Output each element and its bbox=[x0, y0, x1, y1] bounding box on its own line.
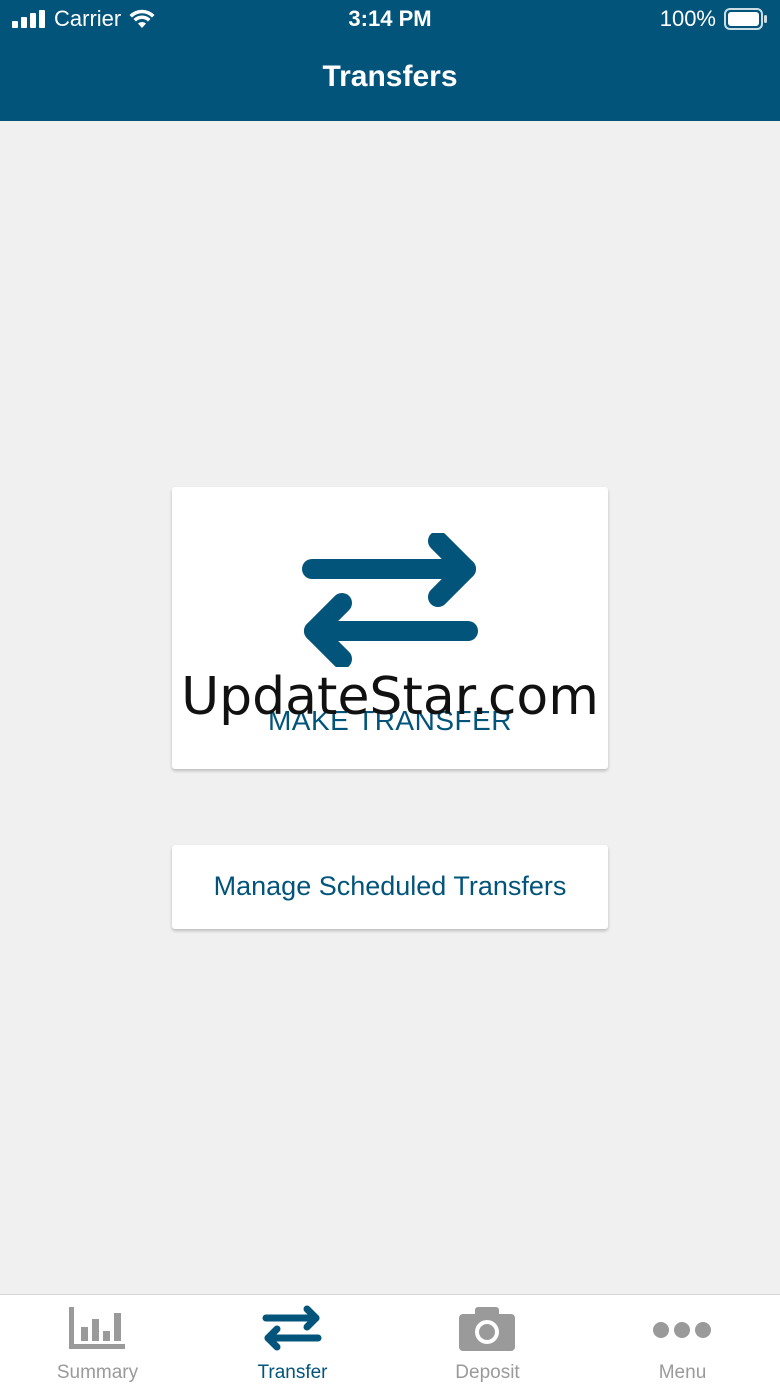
make-transfer-label: MAKE TRANSFER bbox=[267, 705, 513, 736]
more-dots-icon bbox=[653, 1322, 711, 1338]
battery-percent: 100% bbox=[659, 6, 716, 31]
manage-scheduled-transfers-label: Manage Scheduled Transfers bbox=[213, 871, 567, 901]
transfers-screen: Carrier 3:14 PM 100% Transfers MAKE TRAN… bbox=[0, 0, 780, 1387]
tab-deposit-label: Deposit bbox=[455, 1362, 520, 1383]
tab-transfer[interactable]: Transfer bbox=[195, 1295, 390, 1387]
bar-chart-icon bbox=[69, 1307, 125, 1349]
top-bar: Carrier 3:14 PM 100% Transfers bbox=[0, 0, 780, 121]
tab-summary[interactable]: Summary bbox=[0, 1295, 195, 1387]
tab-deposit[interactable]: Deposit bbox=[390, 1295, 585, 1387]
transfer-arrows-icon bbox=[302, 533, 478, 667]
status-right: 100% bbox=[660, 6, 768, 32]
tab-bar: Summary Transfer Deposit Menu bbox=[0, 1294, 780, 1387]
tab-menu-label: Menu bbox=[658, 1362, 707, 1383]
battery-icon bbox=[724, 8, 767, 30]
tab-summary-label: Summary bbox=[56, 1362, 139, 1383]
camera-icon bbox=[459, 1307, 515, 1351]
status-bar: Carrier 3:14 PM 100% bbox=[0, 0, 780, 40]
transfer-arrows-icon bbox=[262, 1305, 322, 1351]
tab-menu[interactable]: Menu bbox=[585, 1295, 780, 1387]
tab-transfer-label: Transfer bbox=[257, 1362, 328, 1383]
manage-scheduled-transfers-button[interactable]: Manage Scheduled Transfers bbox=[172, 845, 608, 929]
page-title: Transfers bbox=[322, 60, 458, 93]
make-transfer-button[interactable]: MAKE TRANSFER UpdateStar.com bbox=[172, 487, 608, 769]
